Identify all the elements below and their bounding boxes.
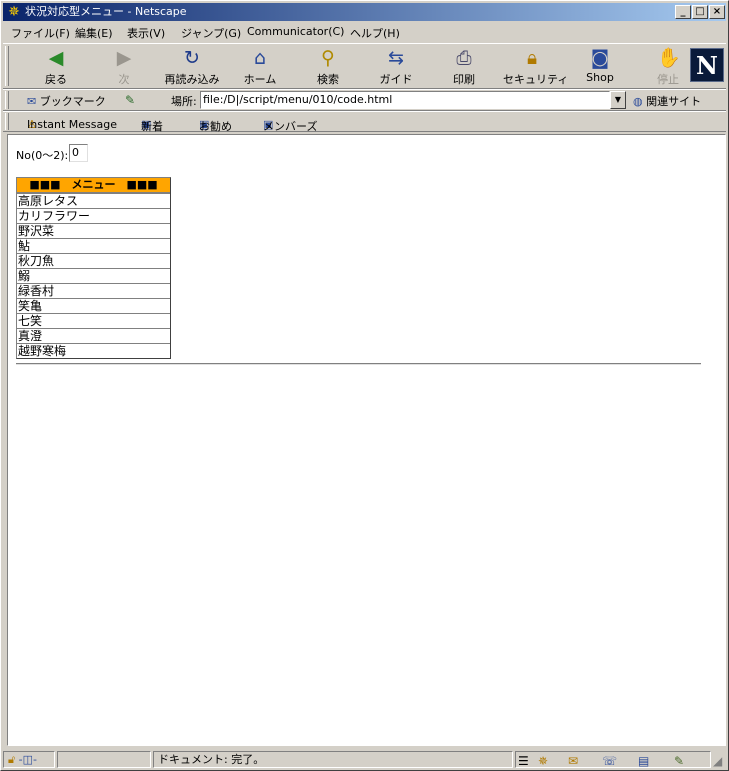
horizontal-rule <box>16 363 701 365</box>
location-toolbar: ✉ ブックマーク ✎ 場所: file:/D|/script/menu/010/… <box>3 89 726 111</box>
related-sites-button[interactable]: ◍ 関連サイト <box>633 93 701 109</box>
location-dropdown-button[interactable]: ▼ <box>610 91 626 109</box>
netscape-logo: N <box>690 48 724 82</box>
back-arrow-icon: ◀ <box>48 47 64 69</box>
menu-item[interactable]: 真澄 <box>17 328 170 343</box>
address-book-icon[interactable]: ▤ <box>638 754 649 768</box>
stop-button[interactable]: ✋ 停止 <box>639 47 697 87</box>
menu-item[interactable]: 秋刀魚 <box>17 253 170 268</box>
menu-communicator[interactable]: Communicator(C) <box>247 25 344 38</box>
home-button[interactable]: ⌂ ホーム <box>231 47 289 87</box>
menu-table-header: ■■■ メニュー ■■■ <box>17 178 170 193</box>
navigator-icon[interactable]: ✵ <box>538 754 548 768</box>
menu-go[interactable]: ジャンプ(G) <box>181 25 241 41</box>
menu-view[interactable]: 表示(V) <box>127 25 165 41</box>
reload-button[interactable]: ↻ 再読み込み <box>163 47 221 87</box>
home-icon: ⌂ <box>253 47 267 69</box>
guide-icon: ⇆ <box>388 47 404 69</box>
reload-icon: ↻ <box>184 47 200 69</box>
component-bar: ☰ ✵ ✉ ☏ ▤ ✎ <box>515 751 711 768</box>
location-input[interactable]: file:/D|/script/menu/010/code.html <box>200 91 610 109</box>
minimize-button[interactable]: _ <box>675 5 691 19</box>
menu-bar: ファイル(F) 編集(E) 表示(V) ジャンプ(G) Communicator… <box>3 22 726 41</box>
forward-button[interactable]: ▶ 次 <box>95 47 153 87</box>
maximize-button[interactable]: □ <box>692 5 708 19</box>
printer-icon: ⎙ <box>456 47 472 69</box>
menu-item[interactable]: カリフラワー <box>17 208 170 223</box>
personal-toolbar: ♙ Instant Message ▣ 新着 ▣ お勧め ▣ メンバーズ <box>3 111 726 133</box>
menu-item[interactable]: 鰯 <box>17 268 170 283</box>
location-label: 場所: <box>171 95 197 108</box>
window-title: 状況対応型メニュー - Netscape <box>25 5 187 18</box>
page-content: No(0〜2): 0 ■■■ メニュー ■■■ 高原レタス カリフラワー 野沢菜… <box>7 134 726 746</box>
menu-table: ■■■ メニュー ■■■ 高原レタス カリフラワー 野沢菜 鮎 秋刀魚 鰯 緑香… <box>16 177 171 359</box>
no-input[interactable]: 0 <box>69 144 88 162</box>
menu-item[interactable]: 越野寒梅 <box>17 343 170 358</box>
shop-bag-icon: ◙ <box>590 47 610 69</box>
menu-item[interactable]: 笑亀 <box>17 298 170 313</box>
mail-icon[interactable]: ✉ <box>568 754 578 768</box>
status-text: ドキュメント: 完了。 <box>153 751 513 768</box>
globe-icon: ◍ <box>633 95 643 108</box>
resize-grip-icon[interactable]: ◢ <box>713 754 722 768</box>
menu-item[interactable]: 野沢菜 <box>17 223 170 238</box>
menu-item[interactable]: 高原レタス <box>17 193 170 208</box>
toolbar-grip[interactable] <box>5 46 9 86</box>
progress-box <box>57 751 151 768</box>
forward-arrow-icon: ▶ <box>116 47 132 69</box>
bookmarks-button[interactable]: ✉ ブックマーク <box>27 93 106 109</box>
connection-icon: -◫- <box>18 753 37 766</box>
print-button[interactable]: ⎙ 印刷 <box>435 47 493 87</box>
menu-help[interactable]: ヘルプ(H) <box>350 25 400 41</box>
status-bar: 🔓︎ -◫- ドキュメント: 完了。 ☰ ✵ ✉ ☏ ▤ ✎ ◢ <box>3 750 726 769</box>
lock-status-icon[interactable]: 🔓︎ <box>8 753 15 766</box>
lock-icon: 🔒︎ <box>526 47 538 69</box>
stop-icon: ✋ <box>657 47 681 69</box>
newsgroup-icon[interactable]: ☏ <box>602 754 617 768</box>
menu-file[interactable]: ファイル(F) <box>11 25 70 41</box>
navigation-toolbar: ◀ 戻る ▶ 次 ↻ 再読み込み ⌂ ホーム ⚲ 検索 ⇆ ガイド ⎙ 印刷 🔒… <box>3 43 726 89</box>
menu-edit[interactable]: 編集(E) <box>75 25 113 41</box>
location-grip[interactable] <box>5 91 9 109</box>
component-bar-grip-icon: ☰ <box>518 754 529 768</box>
bookmarks-icon: ✉ <box>27 95 37 108</box>
back-button[interactable]: ◀ 戻る <box>27 47 85 87</box>
security-status-box: 🔓︎ -◫- <box>3 751 55 768</box>
browser-window: ✵ 状況対応型メニュー - Netscape _ □ × ファイル(F) 編集(… <box>0 0 729 771</box>
close-button[interactable]: × <box>709 5 725 19</box>
search-button[interactable]: ⚲ 検索 <box>299 47 357 87</box>
menu-item[interactable]: 鮎 <box>17 238 170 253</box>
personal-grip[interactable] <box>5 113 9 130</box>
shop-button[interactable]: ◙ Shop <box>571 47 629 87</box>
menu-item[interactable]: 七笑 <box>17 313 170 328</box>
netscape-app-icon: ✵ <box>8 4 20 20</box>
composer-icon[interactable]: ✎ <box>674 754 684 768</box>
page-proxy-icon[interactable]: ✎ <box>125 93 135 107</box>
menu-item[interactable]: 緑香村 <box>17 283 170 298</box>
search-icon: ⚲ <box>321 47 335 69</box>
security-button[interactable]: 🔒︎ セキュリティ <box>503 47 568 87</box>
guide-button[interactable]: ⇆ ガイド <box>367 47 425 87</box>
no-label: No(0〜2): <box>16 149 69 162</box>
title-bar: ✵ 状況対応型メニュー - Netscape _ □ × <box>3 3 726 21</box>
